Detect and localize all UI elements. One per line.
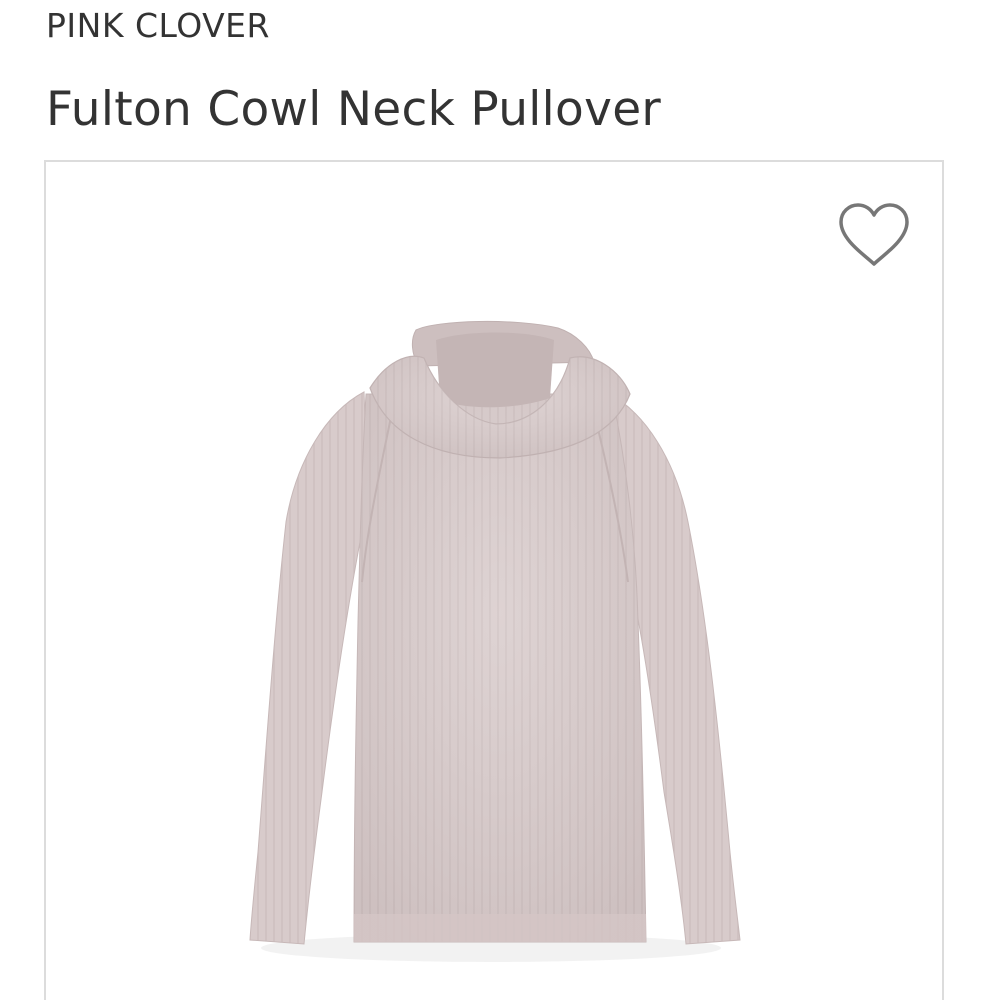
product-title: Fulton Cowl Neck Pullover xyxy=(46,82,662,137)
brand-name: PINK CLOVER xyxy=(46,6,270,45)
favorite-button[interactable] xyxy=(836,200,912,270)
heart-outline-icon xyxy=(839,203,909,266)
sweater-image xyxy=(249,320,741,962)
product-image-card xyxy=(44,160,944,1000)
